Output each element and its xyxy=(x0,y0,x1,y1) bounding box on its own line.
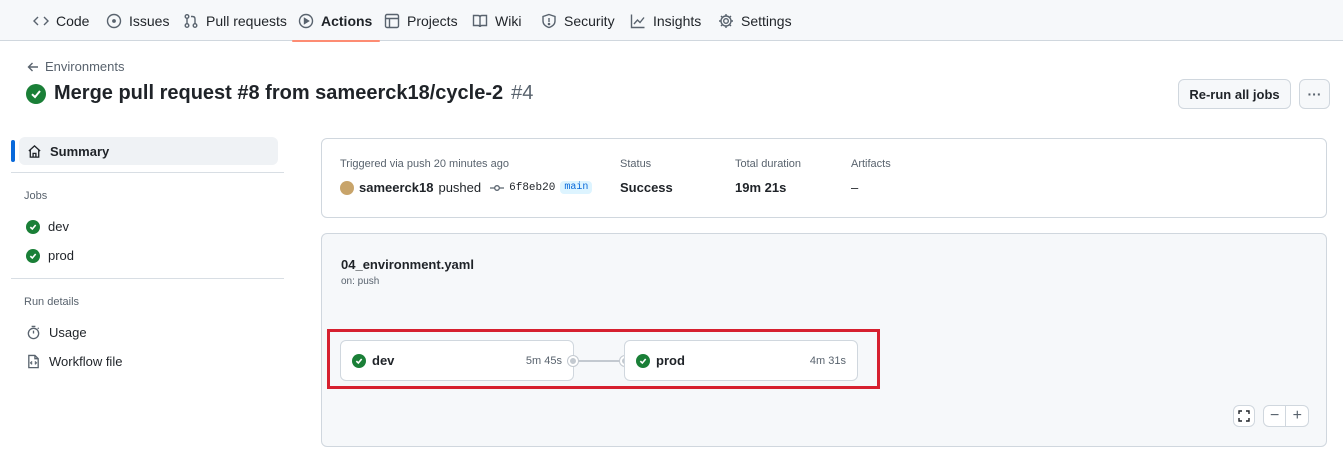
check-circle-icon xyxy=(26,219,40,234)
graph-icon xyxy=(630,14,645,28)
tab-projects[interactable]: Projects xyxy=(384,0,458,41)
check-circle-icon xyxy=(26,248,40,263)
run-details-heading: Run details xyxy=(24,296,80,308)
commit-icon xyxy=(490,184,505,191)
tab-actions[interactable]: Actions xyxy=(291,0,381,42)
check-circle-icon xyxy=(636,353,650,368)
more-options-button[interactable]: ··· xyxy=(1299,79,1330,109)
job-node-prod[interactable]: prod 4m 31s xyxy=(624,340,858,381)
page-title: Merge pull request #8 from sameerck18/cy… xyxy=(26,82,533,105)
code-icon xyxy=(33,16,49,25)
run-title: Merge pull request #8 from sameerck18/cy… xyxy=(54,82,504,104)
shield-icon xyxy=(542,13,556,28)
gear-icon xyxy=(719,13,733,28)
sidebar-item-job-prod[interactable]: prod xyxy=(26,248,74,263)
sidebar-item-usage[interactable]: Usage xyxy=(26,325,87,340)
home-icon xyxy=(28,144,41,158)
status-label: Status xyxy=(620,158,652,170)
run-number: #4 xyxy=(511,82,534,104)
tab-pull-requests[interactable]: Pull requests xyxy=(183,0,287,41)
tab-settings[interactable]: Settings xyxy=(718,0,792,41)
run-summary-card: Triggered via push 20 minutes ago sameer… xyxy=(321,138,1327,218)
fullscreen-icon xyxy=(1238,410,1250,422)
active-indicator xyxy=(11,140,15,162)
action-text: pushed xyxy=(438,180,482,195)
table-icon xyxy=(384,13,400,28)
connector-dot xyxy=(568,356,578,366)
play-icon xyxy=(298,13,314,28)
sidebar-item-workflow-file[interactable]: Workflow file xyxy=(26,354,122,369)
duration-value: 19m 21s xyxy=(735,180,787,195)
commit-sha-link[interactable]: 6f8eb20 xyxy=(509,182,555,194)
stopwatch-icon xyxy=(27,325,40,340)
fullscreen-button[interactable] xyxy=(1233,405,1255,427)
job-duration: 4m 31s xyxy=(809,354,846,367)
tab-security[interactable]: Security xyxy=(541,0,615,41)
book-icon xyxy=(472,14,488,27)
sidebar-item-summary[interactable]: Summary xyxy=(19,137,278,165)
tab-code[interactable]: Code xyxy=(33,0,89,41)
artifacts-value: – xyxy=(851,180,859,195)
tab-wiki[interactable]: Wiki xyxy=(472,0,521,41)
repo-nav: Code Issues Pull requests Actions Projec… xyxy=(0,0,1343,42)
divider xyxy=(11,278,284,279)
pull-request-icon xyxy=(184,13,198,28)
artifacts-label: Artifacts xyxy=(851,158,891,170)
zoom-out-button[interactable]: − xyxy=(1270,407,1279,425)
job-duration: 5m 45s xyxy=(525,354,562,367)
job-name: dev xyxy=(372,353,395,368)
zoom-in-button[interactable]: + xyxy=(1293,407,1302,425)
tab-issues[interactable]: Issues xyxy=(106,0,169,41)
jobs-heading: Jobs xyxy=(24,190,48,202)
job-connector xyxy=(578,360,626,362)
workflow-file-name[interactable]: 04_environment.yaml xyxy=(341,257,474,272)
job-name: prod xyxy=(656,353,685,368)
trigger-text: Triggered via push 20 minutes ago xyxy=(340,158,509,170)
actor-link[interactable]: sameerck18 xyxy=(359,180,433,195)
duration-label: Total duration xyxy=(735,158,802,170)
sidebar-item-job-dev[interactable]: dev xyxy=(26,219,69,234)
issue-icon xyxy=(106,13,122,28)
status-value: Success xyxy=(620,180,673,195)
workflow-graph: 04_environment.yaml on: push dev 5m 45s … xyxy=(321,233,1327,447)
rerun-all-jobs-button[interactable]: Re-run all jobs xyxy=(1178,79,1291,109)
back-to-environments-link[interactable]: Environments xyxy=(27,59,124,74)
branch-label[interactable]: main xyxy=(560,181,593,194)
tab-insights[interactable]: Insights xyxy=(630,0,701,41)
push-info: sameerck18 pushed 6f8eb20 main xyxy=(340,180,593,195)
divider xyxy=(1285,406,1287,426)
avatar xyxy=(340,180,354,195)
zoom-controls: − + xyxy=(1263,405,1309,427)
check-circle-icon xyxy=(26,83,46,104)
check-circle-icon xyxy=(352,353,366,368)
divider xyxy=(11,172,284,173)
arrow-left-icon xyxy=(27,62,38,71)
job-node-dev[interactable]: dev 5m 45s xyxy=(340,340,574,381)
workflow-trigger: on: push xyxy=(341,276,380,287)
file-code-icon xyxy=(28,354,39,369)
